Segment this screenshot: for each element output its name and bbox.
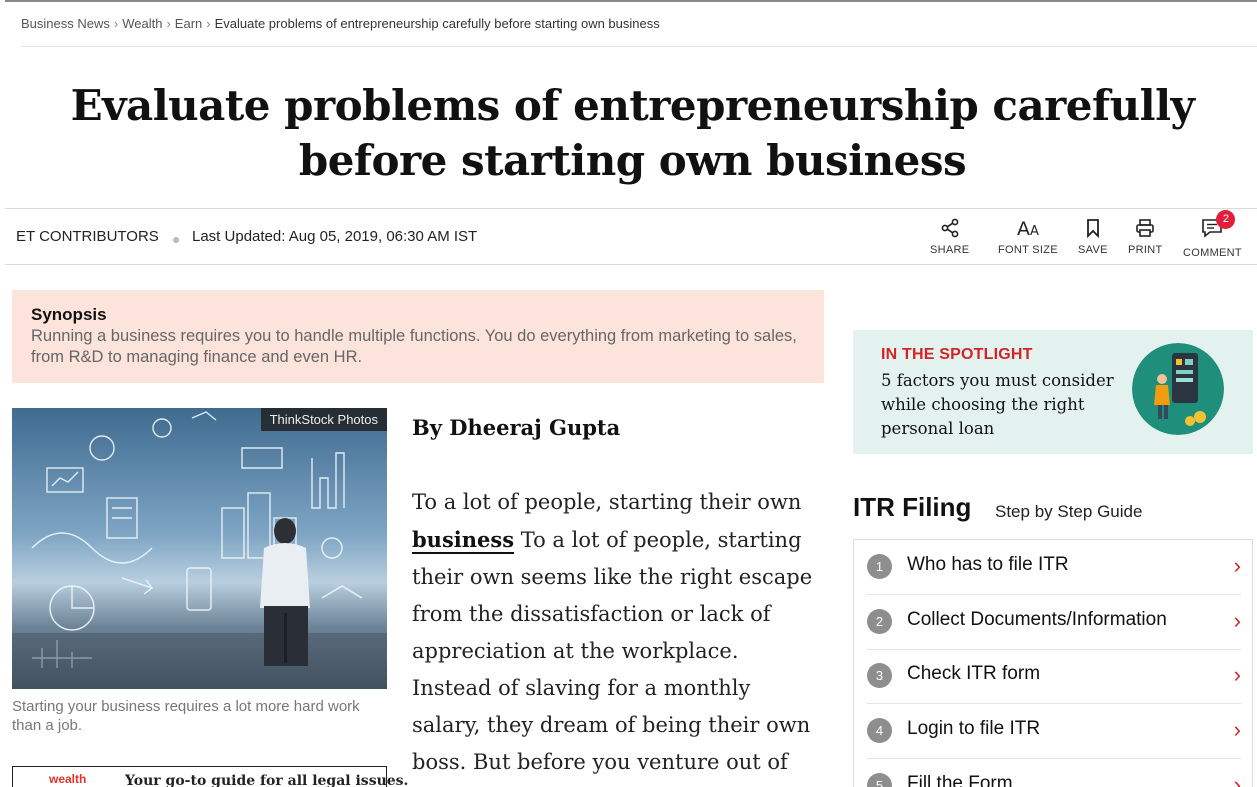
top-border: [5, 0, 1257, 2]
headline-line-2: before starting own business: [298, 136, 967, 185]
comment-icon: 2: [1201, 210, 1236, 240]
breadcrumb-earn[interactable]: Earn: [175, 16, 202, 31]
save-label: SAVE: [1078, 244, 1108, 256]
itr-step-item[interactable]: 1 Who has to file ITR ›: [867, 540, 1241, 595]
image-caption: Starting your business requires a lot mo…: [12, 698, 360, 734]
article-author-byline: By Dheeraj Gupta: [412, 415, 621, 440]
step-label: Who has to file ITR: [907, 554, 1069, 575]
article-body: To a lot of people, starting their own b…: [412, 484, 824, 787]
article-body-lead: To a lot of people, starting their own: [412, 490, 802, 514]
breadcrumb-separator: ›: [206, 16, 211, 31]
article-headline: Evaluate problems of entrepreneurship ca…: [0, 78, 1257, 188]
headline-line-1: Evaluate problems of entrepreneurship ca…: [70, 81, 1195, 130]
ground: [12, 633, 387, 689]
step-number: 4: [867, 718, 892, 743]
chevron-right-icon: ›: [1233, 553, 1241, 578]
share-button[interactable]: SHARE: [930, 218, 969, 256]
printer-icon: [1128, 218, 1163, 240]
itr-step-item[interactable]: 4 Login to file ITR ›: [867, 704, 1241, 759]
breadcrumb: Business News › Wealth › Earn › Evaluate probl…: [21, 16, 660, 31]
itr-step-item[interactable]: 3 Check ITR form ›: [867, 649, 1241, 704]
spotlight-heading: IN THE SPOTLIGHT: [881, 346, 1033, 363]
step-label: Check ITR form: [907, 663, 1041, 684]
itr-steps-list: 1 Who has to file ITR › 2 Collect Docume…: [853, 539, 1253, 787]
comment-count-badge: 2: [1216, 210, 1236, 229]
font-size-icon: AA: [1017, 218, 1039, 240]
synopsis-title: Synopsis: [31, 305, 107, 324]
step-label: Login to file ITR: [907, 718, 1041, 739]
author-link[interactable]: ET CONTRIBUTORS: [16, 228, 159, 245]
print-label: PRINT: [1128, 244, 1163, 256]
legal-guide-promo[interactable]: wealth Your go-to guide for all legal is…: [12, 766, 408, 787]
article-body-rest: To a lot of people, starting their own s…: [412, 528, 813, 774]
font-size-button[interactable]: AA FONT SIZE: [998, 218, 1058, 256]
print-button[interactable]: PRINT: [1128, 218, 1163, 256]
chevron-right-icon: ›: [1233, 662, 1241, 687]
step-number: 5: [867, 773, 892, 787]
itr-step-item[interactable]: 5 Fill the Form ›: [867, 759, 1241, 787]
et-wealth-logo: wealth: [49, 772, 87, 786]
breadcrumb-separator: ›: [113, 16, 119, 31]
bookmark-icon: [1078, 218, 1108, 240]
breadcrumb-divider: [21, 46, 1257, 47]
share-icon: [930, 218, 969, 240]
businessman-figure: [260, 518, 310, 666]
spotlight-text: 5 factors you must consider while choosi…: [881, 371, 1114, 438]
font-size-label: FONT SIZE: [998, 244, 1058, 256]
breadcrumb-wealth[interactable]: Wealth: [122, 16, 162, 31]
step-number: 3: [867, 663, 892, 688]
step-label: Fill the Form: [907, 773, 1013, 787]
save-button[interactable]: SAVE: [1078, 218, 1108, 256]
breadcrumb-separator: ›: [166, 16, 171, 31]
breadcrumb-business-news[interactable]: Business News: [21, 16, 110, 31]
breadcrumb-current: Evaluate problems of entrepreneurship ca…: [214, 16, 660, 31]
last-updated: Last Updated: Aug 05, 2019, 06:30 AM IST: [192, 228, 478, 245]
step-number: 2: [867, 609, 892, 634]
synopsis-box: Synopsis Running a business requires you…: [12, 290, 824, 383]
itr-step-item[interactable]: 2 Collect Documents/Information ›: [867, 595, 1241, 650]
business-topic-link[interactable]: business: [412, 527, 514, 552]
comment-label: COMMENT: [1183, 247, 1242, 259]
chevron-right-icon: ›: [1233, 608, 1241, 633]
chevron-right-icon: ›: [1233, 717, 1241, 742]
spotlight-thumbnail: [1132, 343, 1224, 435]
comment-button[interactable]: 2 COMMENT: [1183, 210, 1242, 259]
itr-filing-title: ITR Filing: [853, 492, 972, 522]
chevron-right-icon: ›: [1233, 772, 1241, 787]
itr-filing-subtitle: Step by Step Guide: [995, 502, 1143, 521]
byline-separator-dot: ●: [172, 231, 181, 247]
image-credit: ThinkStock Photos: [260, 408, 387, 431]
share-label: SHARE: [930, 244, 970, 256]
spotlight-card[interactable]: IN THE SPOTLIGHT 5 factors you must cons…: [853, 330, 1253, 454]
synopsis-text: Running a business requires you to handl…: [31, 327, 797, 366]
step-label: Collect Documents/Information: [907, 609, 1167, 630]
article-image: ThinkStock Photos: [12, 408, 387, 689]
byline-bar: ET CONTRIBUTORS ● Last Updated: Aug 05, …: [5, 208, 1257, 265]
businessman-sketch-illustration: [12, 411, 387, 689]
step-number: 1: [867, 554, 892, 579]
promo-text: Your go-to guide for all legal issues.: [125, 773, 409, 787]
